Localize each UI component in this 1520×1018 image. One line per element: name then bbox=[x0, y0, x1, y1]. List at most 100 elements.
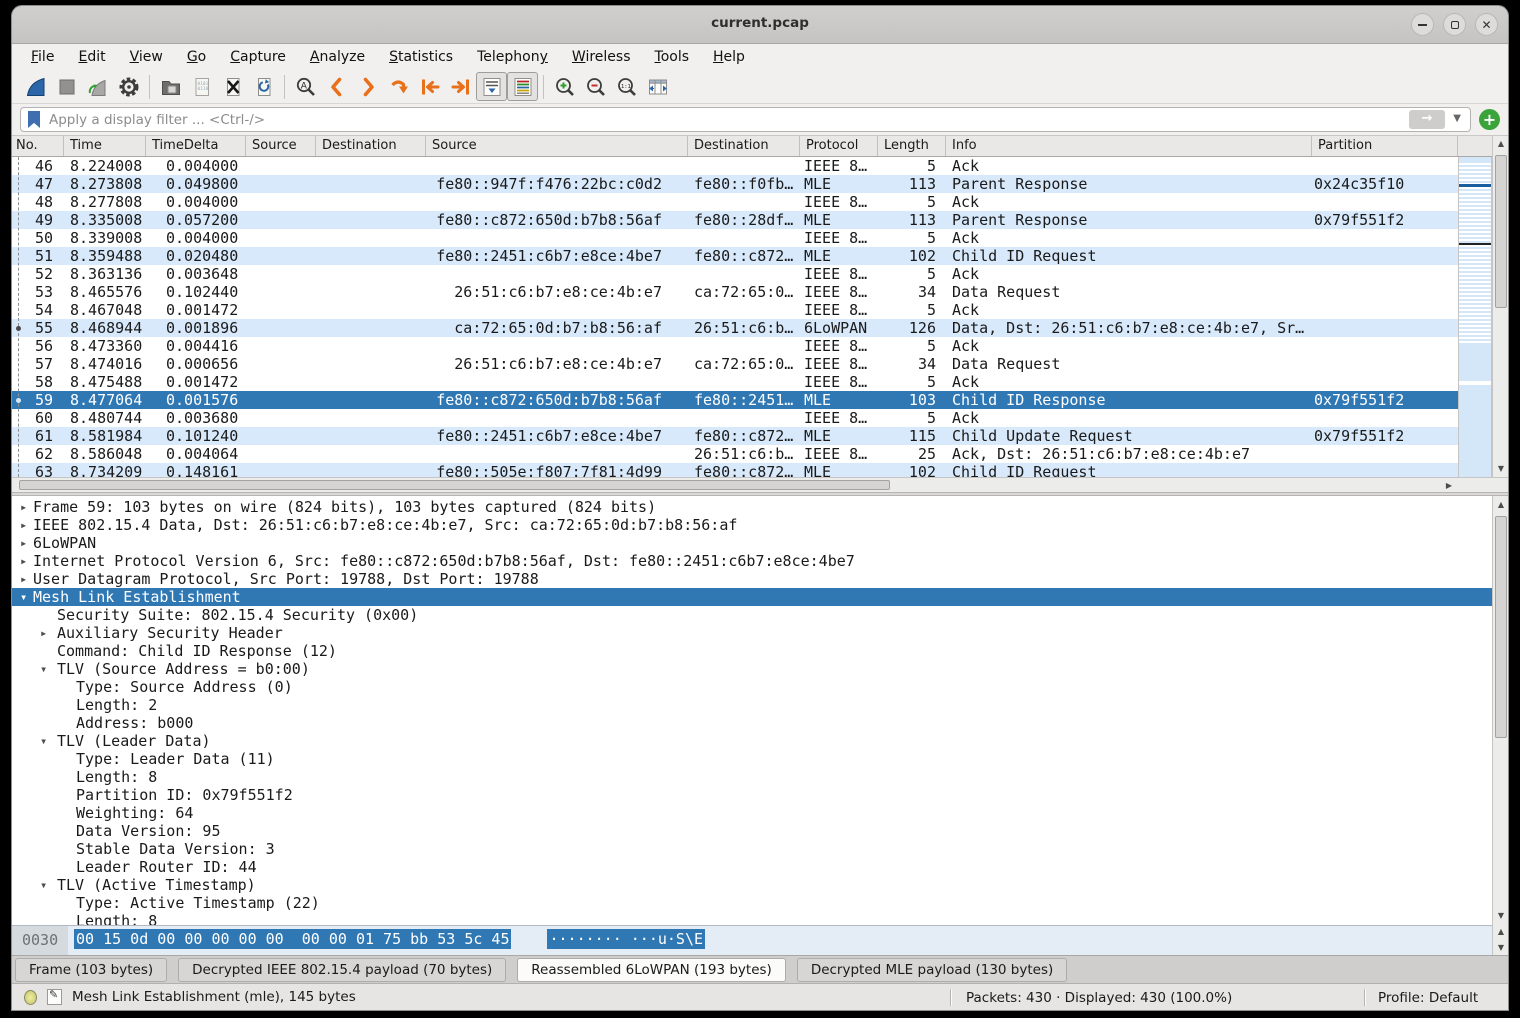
packet-row-63[interactable]: 638.7342090.148161fe80::505e:f807:7f81:4… bbox=[12, 463, 1458, 477]
collapse-arrow-icon[interactable]: ▾ bbox=[40, 660, 47, 678]
collapse-arrow-icon[interactable]: ▾ bbox=[40, 876, 47, 894]
restart-capture-button[interactable] bbox=[82, 72, 113, 101]
apply-filter-button[interactable]: → bbox=[1409, 110, 1445, 129]
start-capture-button[interactable] bbox=[20, 72, 51, 101]
packet-list-hscroll-thumb[interactable] bbox=[19, 480, 890, 490]
menu-go[interactable]: Go bbox=[175, 47, 218, 67]
menu-telephony[interactable]: Telephony bbox=[465, 47, 560, 67]
details-scroll-thumb[interactable] bbox=[1495, 516, 1507, 738]
collapse-arrow-icon[interactable]: ▾ bbox=[40, 732, 47, 750]
display-filter-input[interactable] bbox=[20, 107, 1471, 132]
hex-ascii[interactable]: ········ ···u·S\E bbox=[547, 929, 705, 949]
column-header-time[interactable]: Time bbox=[64, 136, 146, 156]
detail-line[interactable]: ▸IEEE 802.15.4 Data, Dst: 26:51:c6:b7:e8… bbox=[12, 516, 1492, 534]
close-button[interactable]: ✕ bbox=[1475, 13, 1498, 36]
packet-list-vscrollbar[interactable]: ▲ ▼ bbox=[1492, 136, 1508, 477]
collapse-arrow-icon[interactable]: ▾ bbox=[20, 588, 27, 606]
detail-line[interactable]: Type: Source Address (0) bbox=[12, 678, 1492, 696]
menu-help[interactable]: Help bbox=[701, 47, 757, 67]
packet-row-60[interactable]: 608.4807440.003680IEEE 8…5Ack bbox=[12, 409, 1458, 427]
packet-list-hscrollbar[interactable]: ▶ bbox=[12, 477, 1458, 492]
expert-info-icon[interactable] bbox=[24, 990, 37, 1005]
zoom-out-button[interactable] bbox=[580, 72, 611, 101]
detail-line[interactable]: Stable Data Version: 3 bbox=[12, 840, 1492, 858]
packet-row-46[interactable]: 468.2240080.004000IEEE 8…5Ack bbox=[12, 157, 1458, 175]
resize-columns-button[interactable] bbox=[642, 72, 673, 101]
detail-line[interactable]: ▸Frame 59: 103 bytes on wire (824 bits),… bbox=[12, 498, 1492, 516]
menu-analyze[interactable]: Analyze bbox=[298, 47, 377, 67]
add-filter-button-plus-icon[interactable]: + bbox=[1479, 109, 1500, 130]
expand-arrow-icon[interactable]: ▸ bbox=[20, 516, 27, 534]
menu-wireless[interactable]: Wireless bbox=[560, 47, 643, 67]
packet-row-54[interactable]: 548.4670480.001472IEEE 8…5Ack bbox=[12, 301, 1458, 319]
zoom-original-button[interactable]: 1:1 bbox=[611, 72, 642, 101]
detail-line[interactable]: Address: b000 bbox=[12, 714, 1492, 732]
byte-tab-1[interactable]: Decrypted IEEE 802.15.4 payload (70 byte… bbox=[178, 958, 506, 982]
open-file-button[interactable] bbox=[155, 72, 186, 101]
detail-line[interactable]: ▾TLV (Active Timestamp) bbox=[12, 876, 1492, 894]
detail-line[interactable]: Type: Leader Data (11) bbox=[12, 750, 1492, 768]
packet-row-59[interactable]: 598.4770640.001576fe80::c872:650d:b7b8:5… bbox=[12, 391, 1458, 409]
close-file-button[interactable] bbox=[217, 72, 248, 101]
detail-line[interactable]: Leader Router ID: 44 bbox=[12, 858, 1492, 876]
hex-byte-pane[interactable]: 0030 00 15 0d 00 00 00 00 00 00 00 01 75… bbox=[12, 925, 1492, 955]
find-packet-button[interactable]: A bbox=[290, 72, 321, 101]
menu-edit[interactable]: Edit bbox=[66, 47, 117, 67]
filter-dropdown-caret-icon[interactable]: ▼ bbox=[1453, 113, 1461, 124]
detail-line[interactable]: Length: 8 bbox=[12, 768, 1492, 786]
packet-minimap[interactable] bbox=[1458, 157, 1492, 477]
column-header-info[interactable]: Info bbox=[946, 136, 1312, 156]
expand-arrow-icon[interactable]: ▸ bbox=[20, 570, 27, 588]
packet-row-58[interactable]: 588.4754880.001472IEEE 8…5Ack bbox=[12, 373, 1458, 391]
detail-line[interactable]: Security Suite: 802.15.4 Security (0x00) bbox=[12, 606, 1492, 624]
menu-statistics[interactable]: Statistics bbox=[377, 47, 465, 67]
column-header-dst_hw[interactable]: Destination bbox=[316, 136, 426, 156]
detail-line[interactable]: Data Version: 95 bbox=[12, 822, 1492, 840]
packet-row-62[interactable]: 628.5860480.00406426:51:c6:b…IEEE 8…25Ac… bbox=[12, 445, 1458, 463]
detail-line[interactable]: ▸6LoWPAN bbox=[12, 534, 1492, 552]
zoom-in-button[interactable] bbox=[549, 72, 580, 101]
scroll-up-arrow-icon[interactable]: ▲ bbox=[1493, 925, 1508, 939]
packet-row-47[interactable]: 478.2738080.049800fe80::947f:f476:22bc:c… bbox=[12, 175, 1458, 193]
detail-line[interactable]: ▾Mesh Link Establishment bbox=[12, 588, 1492, 606]
expand-arrow-icon[interactable]: ▸ bbox=[40, 624, 47, 642]
column-header-no[interactable]: No. bbox=[12, 136, 64, 156]
byte-tab-3[interactable]: Decrypted MLE payload (130 bytes) bbox=[797, 958, 1067, 982]
scroll-up-arrow-icon[interactable]: ▲ bbox=[1493, 498, 1508, 512]
detail-line[interactable]: ▸Internet Protocol Version 6, Src: fe80:… bbox=[12, 552, 1492, 570]
detail-line[interactable]: ▸User Datagram Protocol, Src Port: 19788… bbox=[12, 570, 1492, 588]
expand-arrow-icon[interactable]: ▸ bbox=[20, 552, 27, 570]
details-vscrollbar[interactable]: ▲ ▼ bbox=[1492, 496, 1508, 925]
status-profile[interactable]: Profile: Default bbox=[1378, 990, 1478, 1006]
stop-capture-button[interactable] bbox=[51, 72, 82, 101]
go-last-packet-button[interactable] bbox=[445, 72, 476, 101]
packet-row-61[interactable]: 618.5819840.101240fe80::2451:c6b7:e8ce:4… bbox=[12, 427, 1458, 445]
scroll-up-arrow-icon[interactable]: ▲ bbox=[1493, 137, 1508, 151]
detail-line[interactable]: ▾TLV (Source Address = b0:00) bbox=[12, 660, 1492, 678]
packet-row-49[interactable]: 498.3350080.057200fe80::c872:650d:b7b8:5… bbox=[12, 211, 1458, 229]
menu-capture[interactable]: Capture bbox=[218, 47, 298, 67]
byte-tab-2[interactable]: Reassembled 6LoWPAN (193 bytes) bbox=[517, 958, 786, 982]
detail-line[interactable]: ▾TLV (Leader Data) bbox=[12, 732, 1492, 750]
expand-arrow-icon[interactable]: ▸ bbox=[20, 498, 27, 516]
capture-options-button[interactable] bbox=[113, 72, 144, 101]
go-to-packet-button[interactable] bbox=[383, 72, 414, 101]
menu-tools[interactable]: Tools bbox=[643, 47, 702, 67]
menu-file[interactable]: File bbox=[19, 47, 66, 67]
packet-row-55[interactable]: 558.4689440.001896ca:72:65:0d:b7:b8:56:a… bbox=[12, 319, 1458, 337]
column-header-part[interactable]: Partition bbox=[1312, 136, 1458, 156]
column-header-dst[interactable]: Destination bbox=[688, 136, 800, 156]
go-first-packet-button[interactable] bbox=[414, 72, 445, 101]
colorize-packets-button[interactable] bbox=[507, 72, 538, 101]
scroll-down-arrow-icon[interactable]: ▼ bbox=[1493, 941, 1508, 955]
detail-line[interactable]: Partition ID: 0x79f551f2 bbox=[12, 786, 1492, 804]
menu-view[interactable]: View bbox=[118, 47, 175, 67]
minimize-button[interactable] bbox=[1411, 13, 1434, 36]
capture-comment-icon[interactable] bbox=[47, 989, 62, 1005]
column-header-proto[interactable]: Protocol bbox=[800, 136, 878, 156]
go-forward-button[interactable] bbox=[352, 72, 383, 101]
packet-row-53[interactable]: 538.4655760.10244026:51:c6:b7:e8:ce:4b:e… bbox=[12, 283, 1458, 301]
packet-row-51[interactable]: 518.3594880.020480fe80::2451:c6b7:e8ce:4… bbox=[12, 247, 1458, 265]
go-back-button[interactable] bbox=[321, 72, 352, 101]
packet-row-56[interactable]: 568.4733600.004416IEEE 8…5Ack bbox=[12, 337, 1458, 355]
